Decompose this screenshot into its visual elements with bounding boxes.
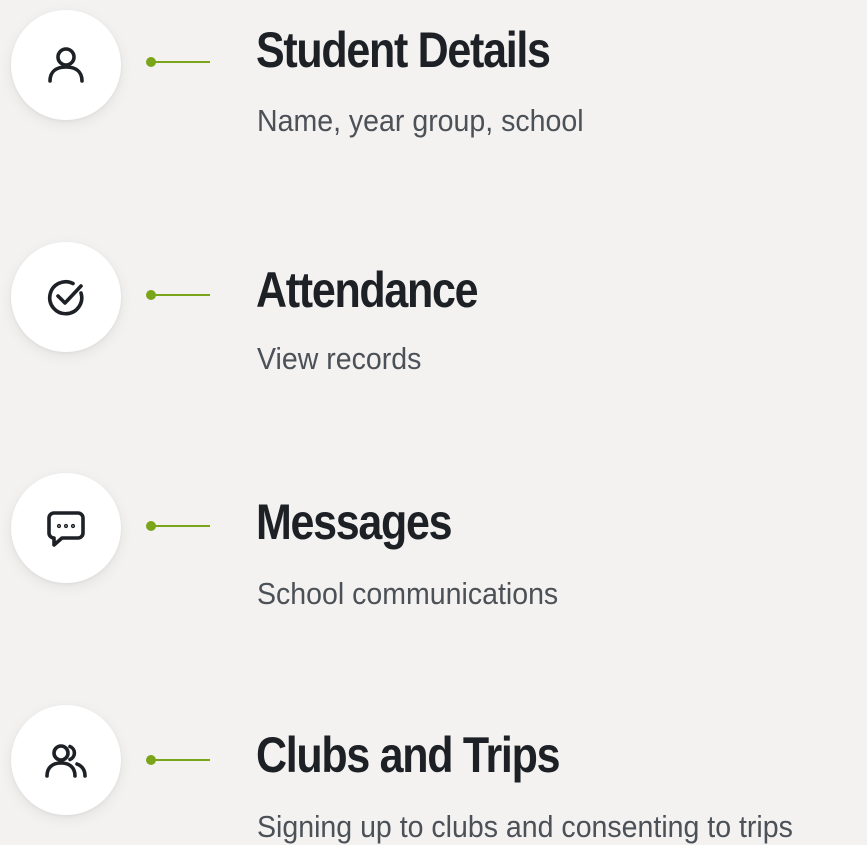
connector [146, 521, 210, 531]
chat-bubble-icon-button[interactable] [11, 473, 121, 583]
menu-item-subtitle: Name, year group, school [257, 103, 584, 138]
menu-item-messages[interactable]: Messages School communications [0, 470, 867, 640]
check-circle-icon-button[interactable] [11, 242, 121, 352]
user-icon-button[interactable] [11, 10, 121, 120]
menu-item-subtitle: Signing up to clubs and consenting to tr… [257, 809, 793, 844]
menu-item-title: Student Details [256, 22, 551, 78]
chat-bubble-icon [47, 511, 85, 547]
connector [146, 290, 210, 300]
menu-item-student-details[interactable]: Student Details Name, year group, school [0, 0, 867, 170]
users-icon-button[interactable] [11, 705, 121, 815]
connector-line [152, 759, 210, 761]
menu-item-clubs-and-trips[interactable]: Clubs and Trips Signing up to clubs and … [0, 675, 867, 845]
menu-item-title: Clubs and Trips [256, 727, 560, 783]
connector-line [152, 294, 210, 296]
menu-item-subtitle: School communications [257, 576, 559, 611]
menu-item-title: Messages [256, 494, 453, 550]
connector [146, 755, 210, 765]
menu-item-subtitle: View records [257, 341, 422, 376]
connector [146, 57, 210, 67]
user-icon [48, 47, 84, 83]
main-menu: Student Details Name, year group, school… [0, 0, 867, 845]
connector-line [152, 525, 210, 527]
menu-item-title: Attendance [256, 262, 479, 318]
users-icon [45, 744, 87, 778]
connector-line [152, 61, 210, 63]
menu-item-attendance[interactable]: Attendance View records [0, 240, 867, 410]
check-circle-icon [47, 279, 84, 316]
